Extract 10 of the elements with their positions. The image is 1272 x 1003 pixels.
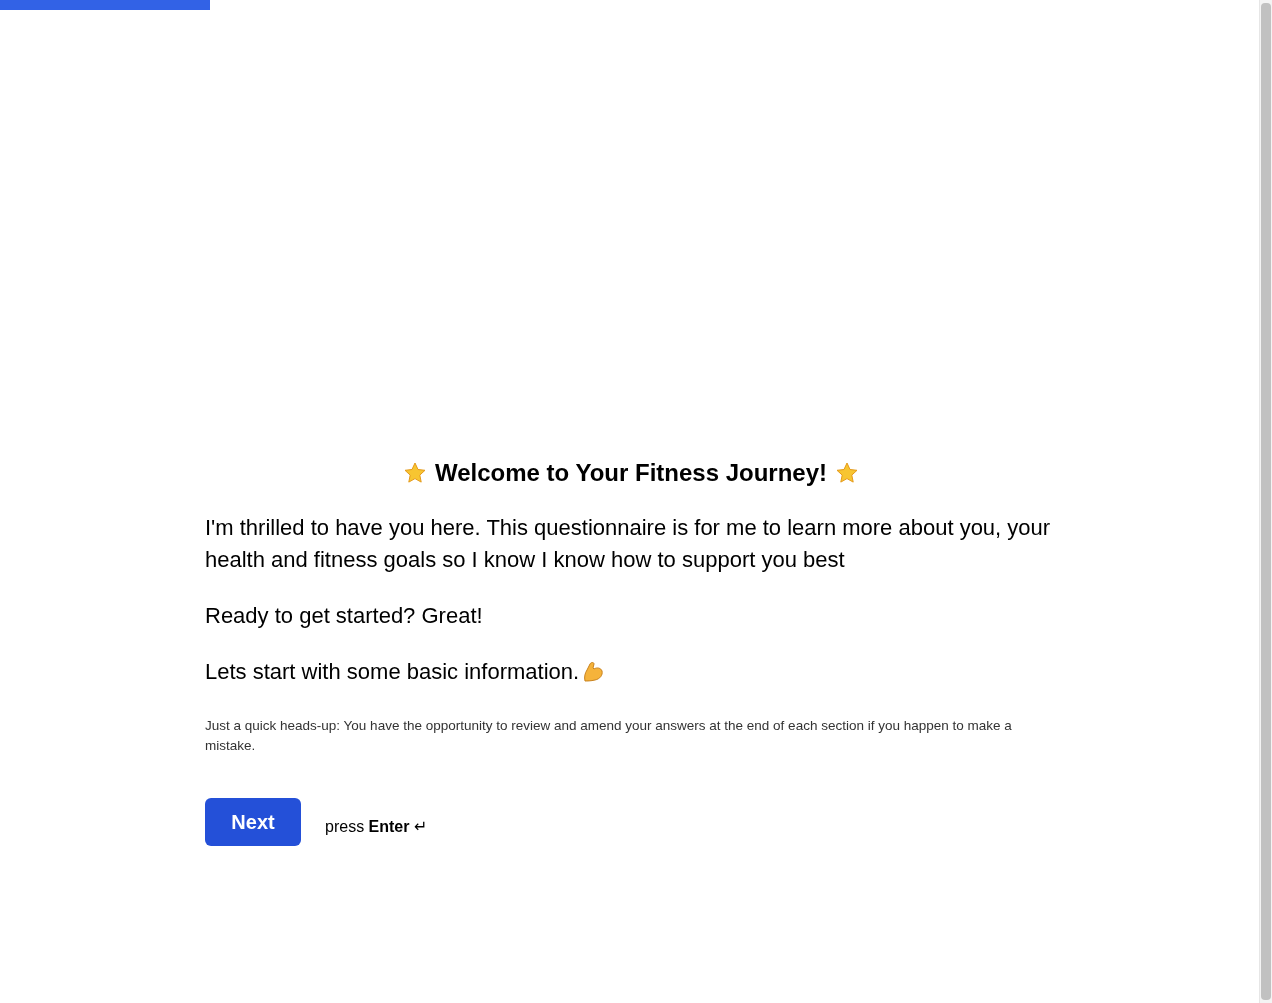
star-icon [835,461,860,485]
paragraph: I'm thrilled to have you here. This questionnaire is for me to learn more about you, your health and fitness goals so I know I know how to support you best [205,514,1052,574]
scrollbar[interactable] [1259,0,1272,1003]
paragraph: Ready to get started? Great! [205,602,483,630]
note-text: Just a quick heads-up: You have the opportunity to review and amend your answers at the end of each section if you happen to make a mistake. [205,717,1013,755]
heading: Welcome to Your Fitness Journey! [434,458,828,488]
keyboard-hint: press Enter ↵ [325,816,428,836]
star-icon [402,461,427,485]
paragraph: Lets start with some basic information. [205,658,580,686]
next-button[interactable]: Next [205,798,301,846]
